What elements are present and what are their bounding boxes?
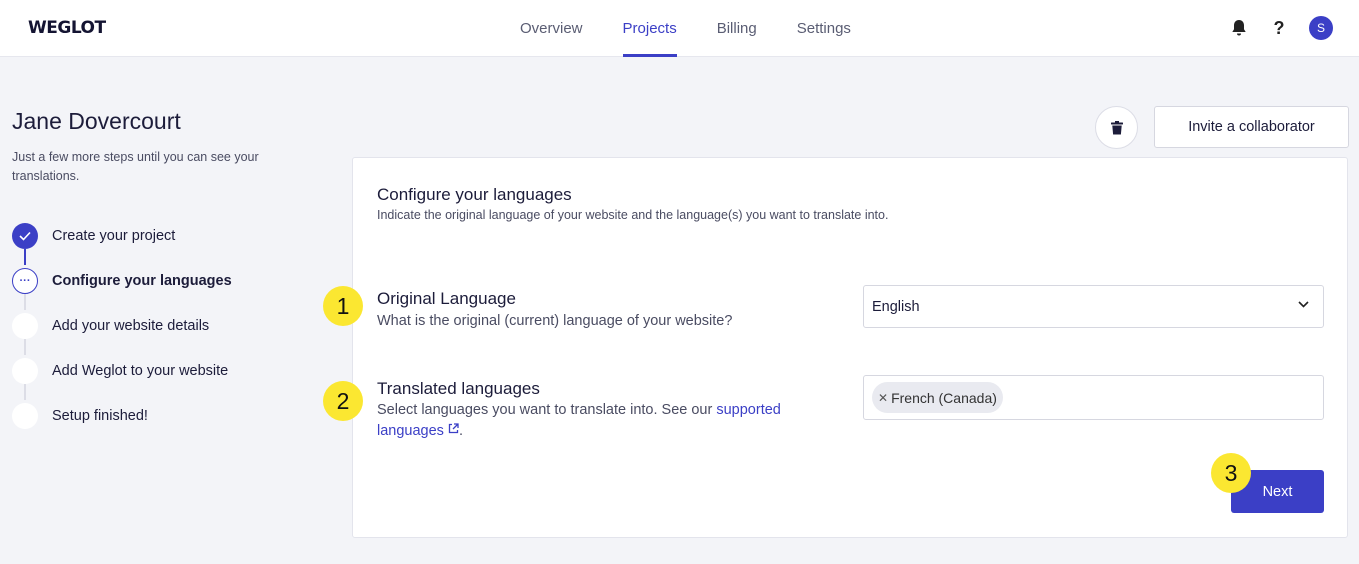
step-label: Add your website details (52, 318, 210, 334)
original-language-select[interactable]: English (863, 285, 1324, 328)
card-subtitle: Indicate the original language of your w… (377, 208, 889, 222)
nav-billing[interactable]: Billing (697, 0, 777, 57)
step-label: Create your project (52, 228, 176, 244)
language-chip: ✕ French (Canada) (872, 382, 1003, 413)
step-configure-languages: ··· Configure your languages (12, 268, 232, 294)
remove-chip-icon[interactable]: ✕ (878, 391, 888, 405)
description-suffix: . (458, 423, 463, 439)
translated-languages-title: Translated languages (377, 379, 540, 398)
pending-step-icon (12, 313, 38, 339)
step-number-badge: 2 (323, 381, 363, 421)
in-progress-icon: ··· (12, 268, 38, 294)
translated-languages-input[interactable]: ✕ French (Canada) (863, 375, 1324, 420)
pending-step-icon (12, 358, 38, 384)
step-label: Setup finished! (52, 408, 148, 424)
nav-settings[interactable]: Settings (777, 0, 871, 57)
step-connector (24, 294, 26, 310)
original-language-title: Original Language (377, 289, 516, 308)
supported-languages-link[interactable]: languages (377, 423, 444, 439)
invite-collaborator-button[interactable]: Invite a collaborator (1154, 106, 1349, 148)
pending-step-icon (12, 403, 38, 429)
nav-overview[interactable]: Overview (500, 0, 603, 57)
step-number-badge: 1 (323, 286, 363, 326)
step-label: Add Weglot to your website (52, 363, 229, 379)
weglot-logo[interactable]: WEGLOT (28, 18, 106, 38)
top-navigation-bar: WEGLOT Overview Projects Billing Setting… (0, 0, 1359, 57)
project-owner-name: Jane Dovercourt (12, 108, 181, 134)
card-title: Configure your languages (377, 185, 572, 204)
step-connector (24, 249, 26, 265)
main-nav: Overview Projects Billing Settings (500, 0, 871, 57)
supported-languages-link[interactable]: supported (716, 402, 781, 418)
step-connector (24, 384, 26, 400)
step-website-details: Add your website details (12, 313, 209, 339)
original-language-description: What is the original (current) language … (377, 313, 733, 329)
step-label: Configure your languages (52, 273, 232, 289)
selected-language: English (872, 298, 920, 315)
step-add-weglot: Add Weglot to your website (12, 358, 228, 384)
check-icon (12, 223, 38, 249)
trash-icon (1110, 120, 1123, 134)
description-text: Select languages you want to translate i… (377, 402, 717, 418)
chip-label: French (Canada) (891, 389, 997, 406)
help-icon[interactable]: ? (1268, 17, 1290, 39)
step-connector (24, 339, 26, 355)
step-number-badge: 3 (1211, 453, 1251, 493)
nav-projects[interactable]: Projects (603, 0, 697, 57)
bell-icon[interactable] (1228, 17, 1250, 39)
external-link-icon[interactable] (448, 423, 459, 434)
translated-languages-description: Select languages you want to translate i… (377, 400, 817, 442)
setup-subtitle: Just a few more steps until you can see … (12, 150, 259, 183)
step-setup-finished: Setup finished! (12, 403, 148, 429)
avatar[interactable]: S (1309, 16, 1333, 40)
delete-project-button[interactable] (1095, 106, 1138, 149)
step-create-project: Create your project (12, 223, 175, 249)
chevron-down-icon (1298, 301, 1309, 308)
